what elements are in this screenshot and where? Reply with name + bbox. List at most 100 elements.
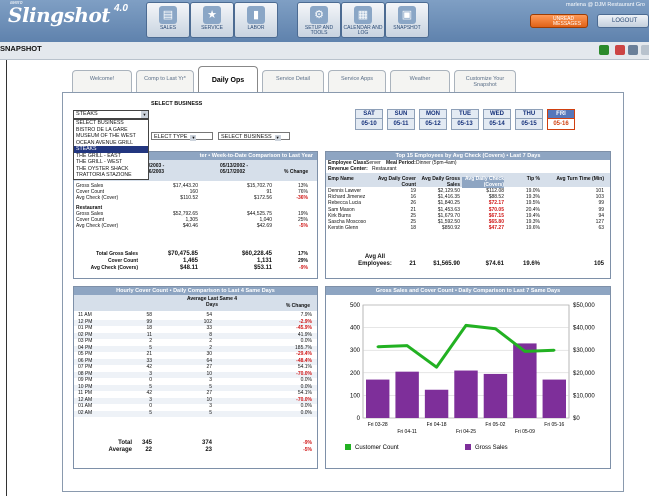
nav-label: CALENDAR AND LOG bbox=[343, 25, 383, 36]
gross-sales-bar bbox=[513, 343, 537, 418]
day-date: 05-15 bbox=[521, 121, 537, 127]
nav-label: SERVICE bbox=[201, 25, 223, 31]
snapshot-icon: ▣ bbox=[398, 6, 416, 24]
nav-labor-button[interactable]: ▮ LABOR bbox=[234, 2, 278, 38]
chart-icon[interactable] bbox=[615, 45, 625, 55]
customer-count-point bbox=[523, 350, 527, 353]
hourly-pct: 0.0% bbox=[300, 409, 312, 416]
wtd-total-value: $70,475.85 bbox=[167, 251, 198, 257]
labor-icon: ▮ bbox=[247, 6, 265, 24]
business-option[interactable]: TRATTORIA STAZIONE bbox=[74, 172, 148, 179]
day-selector-mon[interactable]: MON 05-12 bbox=[419, 109, 447, 130]
wtd-total-value: $60,228.45 bbox=[241, 251, 272, 257]
hourly-hour: 11 PM bbox=[78, 390, 93, 396]
business-dropdown-list[interactable]: SELECT BUSINESS BISTRO DE LA GARE MUSEUM O… bbox=[73, 119, 149, 180]
hourly-count: 18 bbox=[146, 325, 152, 331]
hourly-pct: 0.0% bbox=[300, 403, 312, 409]
x-tick-label: Fri 03-28 bbox=[368, 422, 388, 428]
revenue-center-label: Revenue Center: bbox=[328, 166, 368, 172]
nav-sales-button[interactable]: ▤ SALES bbox=[146, 2, 190, 38]
gross-sales-bar bbox=[395, 371, 419, 418]
wtd-row-label: Avg Check (Cover) bbox=[76, 223, 119, 229]
hourly-pct: 54.1% bbox=[297, 364, 312, 370]
left-tick-label: 200 bbox=[350, 371, 361, 377]
tab-1[interactable]: Welcome! bbox=[72, 70, 132, 92]
wtd-value: $42.69 bbox=[256, 223, 272, 229]
hourly-pct: 0.0% bbox=[300, 338, 312, 344]
wtd-total-label: Avg Check (Covers) bbox=[90, 265, 138, 271]
hourly-avg: 33 bbox=[206, 325, 212, 331]
nav-service-button[interactable]: ★ SERVICE bbox=[190, 2, 234, 38]
hourly-hour: 11 AM bbox=[78, 312, 92, 318]
spreadsheet-icon[interactable] bbox=[599, 45, 609, 55]
hourly-average-label: Average bbox=[108, 447, 132, 453]
hourly-avg: 5 bbox=[209, 409, 212, 416]
day-selector-sun[interactable]: SUN 05-11 bbox=[387, 109, 415, 130]
tab-4[interactable]: Service Detail bbox=[262, 70, 324, 92]
app-version: 4.0 bbox=[114, 3, 128, 14]
employees-col-header: Tip % bbox=[526, 176, 540, 182]
tab-6[interactable]: Weather bbox=[390, 70, 450, 92]
nav-snapshot-button[interactable]: ▣ SNAPSHOT bbox=[385, 2, 429, 38]
sales-cover-chart: 0 100 200 300 400 500 $0 $10,000 $20,000 $30,000 $… bbox=[345, 303, 595, 451]
hourly-hour: 02 AM bbox=[78, 409, 93, 416]
wtd-row-label: Avg Check (Cover) bbox=[76, 195, 119, 201]
chevron-down-icon: ▼ bbox=[274, 135, 281, 141]
hourly-avg: 54 bbox=[206, 312, 212, 318]
left-tick-label: 0 bbox=[357, 416, 361, 422]
business-select[interactable]: STEAKS ▼ bbox=[73, 110, 149, 119]
help-icon[interactable] bbox=[641, 45, 649, 55]
print-icon[interactable] bbox=[628, 45, 638, 55]
day-date: 05-13 bbox=[457, 121, 473, 127]
left-tick-label: 100 bbox=[350, 393, 361, 399]
x-tick-label: Fri 04-25 bbox=[456, 429, 476, 435]
day-date: 05-16 bbox=[553, 121, 569, 127]
day-selector-wed[interactable]: WED 05-14 bbox=[483, 109, 511, 130]
gross-sales-bar bbox=[454, 370, 478, 418]
hourly-pct: -29.4% bbox=[296, 351, 312, 357]
tab-7[interactable]: Customize Your Snapshot bbox=[454, 70, 516, 92]
avg-all-value: $1,565.90 bbox=[433, 261, 460, 267]
hourly-total-label: Total bbox=[118, 440, 132, 446]
chart-title: Gross Sales and Cover Count • Daily Comp… bbox=[326, 287, 610, 295]
unread-messages-button[interactable]: UNREAD MESSAGES bbox=[530, 14, 588, 28]
day-selector-tue[interactable]: TUE 05-13 bbox=[451, 109, 479, 130]
avg-all-value: 105 bbox=[593, 261, 604, 267]
employee-cell: 19.6% bbox=[525, 225, 540, 232]
avg-all-value: $74.61 bbox=[485, 261, 504, 267]
right-tick-label: $30,000 bbox=[573, 348, 595, 354]
day-selector-fri[interactable]: FRI 05-16 bbox=[547, 109, 575, 130]
hourly-avg: 30 bbox=[206, 351, 212, 357]
right-tick-label: $0 bbox=[573, 416, 580, 422]
legend-gross-sales-swatch bbox=[465, 444, 471, 450]
wtd-total-pct: 17% bbox=[297, 251, 308, 257]
select-type-dropdown[interactable]: ELECT TYPE ▼ bbox=[151, 132, 213, 141]
wtd-total-value: $48.11 bbox=[179, 265, 198, 271]
x-tick-label: Fri 05-16 bbox=[544, 422, 564, 428]
hourly-pct: 54.1% bbox=[297, 390, 312, 396]
wtd-col3-header: % Change bbox=[284, 169, 309, 175]
logout-button[interactable]: LOGOUT bbox=[597, 14, 649, 28]
tab-2[interactable]: Comp to Last Yr* bbox=[136, 70, 194, 92]
employees-col-header: Avg Turn Time (Min) bbox=[556, 176, 604, 182]
hourly-count: 42 bbox=[146, 390, 152, 396]
wtd-value: $110.52 bbox=[180, 195, 198, 201]
hourly-avg: 3 bbox=[209, 377, 212, 383]
nav-setup-and-tools-button[interactable]: ⚙ SETUP AND TOOLS bbox=[297, 2, 341, 38]
select-business-dropdown-2[interactable]: SELECT BUSINESS ▼ bbox=[218, 132, 290, 141]
business-select-value: STEAKS bbox=[76, 111, 98, 117]
day-selector-sat[interactable]: SAT 05-10 bbox=[355, 109, 383, 130]
nav-label: LABOR bbox=[247, 25, 265, 31]
hourly-total-count: 345 bbox=[141, 440, 152, 446]
hourly-hour: 05 PM bbox=[78, 351, 93, 357]
legend-gross-sales-label: Gross Sales bbox=[475, 445, 508, 451]
legend-customer-count-label: Customer Count bbox=[355, 445, 399, 451]
right-tick-label: $40,000 bbox=[573, 326, 595, 332]
tab-5[interactable]: Service Apps bbox=[328, 70, 386, 92]
hourly-hour: 01 PM bbox=[78, 325, 93, 331]
app-logo[interactable]: Slingshot bbox=[8, 3, 111, 27]
nav-calendar-and-log-button[interactable]: ▦ CALENDAR AND LOG bbox=[341, 2, 385, 38]
wtd-col2-header: 05/17/2002 bbox=[220, 169, 246, 175]
tab-3[interactable]: Daily Ops bbox=[198, 66, 258, 93]
day-selector-thu[interactable]: THU 05-15 bbox=[515, 109, 543, 130]
